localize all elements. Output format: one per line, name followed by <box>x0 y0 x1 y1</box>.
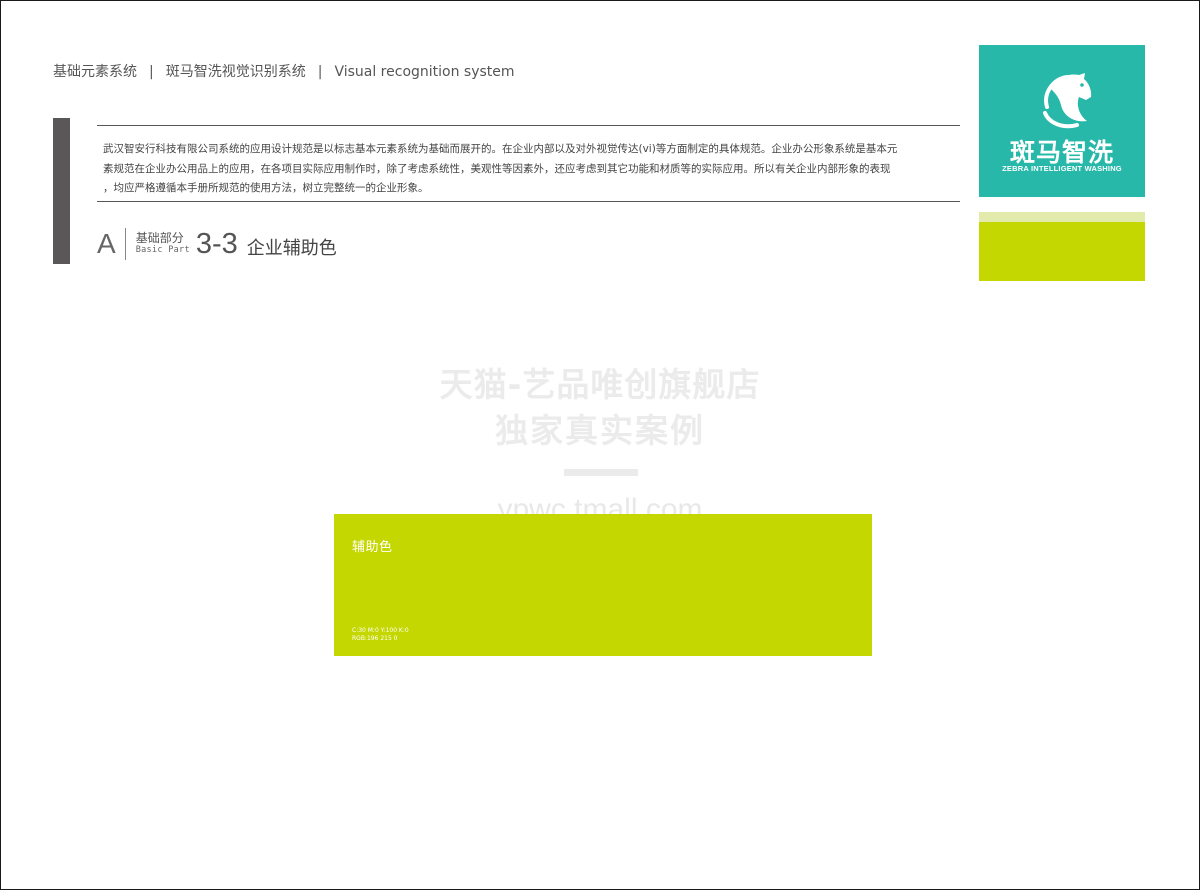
nav-visual-recognition: Visual recognition system <box>334 64 515 80</box>
intro-top-rule <box>97 125 960 126</box>
swatch-rgb: RGB:196 215 0 <box>352 635 398 642</box>
section-letter: A <box>97 228 116 259</box>
auxiliary-color-swatch: 辅助色 C:30 M:0 Y:100 K:0 RGB:196 215 0 <box>334 514 872 656</box>
watermark-line-2: 独家真实案例 <box>495 411 705 450</box>
swatch-label: 辅助色 <box>352 540 393 555</box>
header-breadcrumb: 基础元素系统 | 斑马智洗视觉识别系统 | Visual recognition sys… <box>53 61 515 81</box>
nav-vi-system: 斑马智洗视觉识别系统 <box>165 64 306 80</box>
nav-separator: | <box>317 64 323 80</box>
section-title: 企业辅助色 <box>246 238 337 259</box>
section-part: 基础部分 Basic Part <box>136 232 190 256</box>
accent-strip <box>979 222 1145 281</box>
logo-name-en: ZEBRA INTELLIGENT WASHING <box>1002 164 1122 173</box>
intro-bottom-rule <box>97 201 960 202</box>
section-divider <box>124 228 126 260</box>
intro-paragraph: 武汉智安行科技有限公司系统的应用设计规范是以标志基本元素系统为基础而展开的。在企… <box>103 143 898 194</box>
nav-basic-elements: 基础元素系统 <box>53 64 137 80</box>
swatch-cmyk: C:30 M:0 Y:100 K:0 <box>352 627 409 634</box>
zebra-head-icon <box>1043 73 1092 129</box>
watermark-line-1: 天猫-艺品唯创旗舰店 <box>439 365 761 404</box>
section-number: 3-3 <box>195 227 238 260</box>
section-heading: A 基础部分 Basic Part 3-3 企业辅助色 <box>97 226 337 262</box>
section-part-cn: 基础部分 <box>135 231 184 245</box>
nav-separator: | <box>149 64 154 80</box>
accent-strip-light <box>979 212 1145 222</box>
section-part-en: Basic Part <box>135 245 190 255</box>
brand-logo: 斑马智洗 ZEBRA INTELLIGENT WASHING <box>979 45 1145 197</box>
watermark-bar <box>564 469 638 476</box>
swatch-codes: C:30 M:0 Y:100 K:0 RGB:196 215 0 <box>352 627 409 643</box>
left-accent-bar <box>53 118 70 264</box>
